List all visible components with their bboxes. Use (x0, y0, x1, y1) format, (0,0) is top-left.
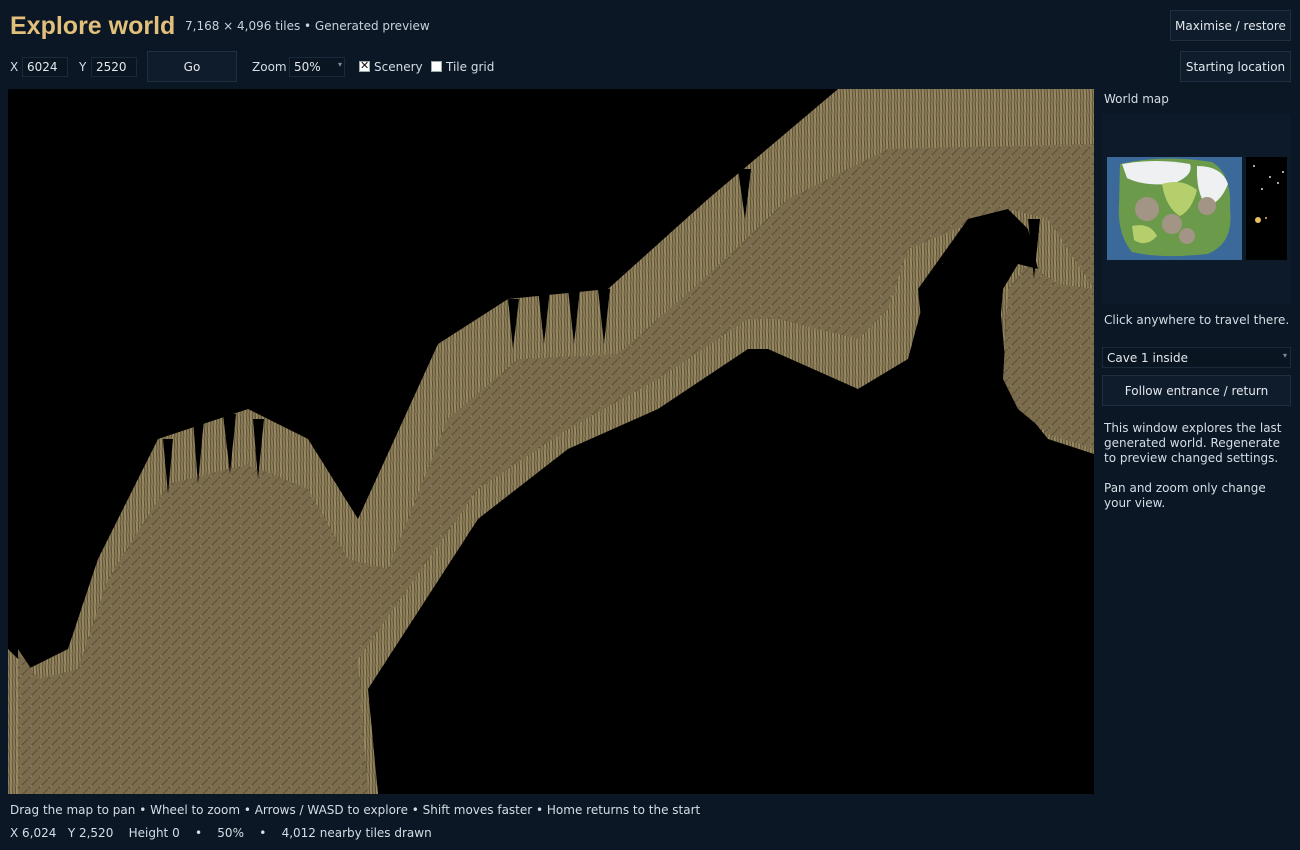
x-coordinate-input[interactable]: 6024 (22, 57, 68, 77)
world-map-label: World map (1104, 92, 1169, 106)
tile-grid-label: Tile grid (446, 60, 495, 74)
world-size-subtitle: 7,168 × 4,096 tiles • Generated preview (185, 19, 430, 33)
status-bar: X 6,024 Y 2,520 Height 0 • 50% • 4,012 n… (10, 826, 432, 840)
zoom-value: 50% (294, 60, 321, 74)
pan-zoom-note: Pan and zoom only change your view. (1104, 481, 1266, 510)
travel-hint: Click anywhere to travel there. (1104, 313, 1290, 327)
controls-help: Drag the map to pan • Wheel to zoom • Ar… (10, 803, 701, 817)
cave-chamber (1003, 264, 1094, 449)
tile-grid-checkbox[interactable] (431, 61, 442, 72)
scenery-label: Scenery (374, 60, 423, 74)
cave-terrain (8, 89, 1094, 794)
x-label: X (10, 60, 19, 74)
zoom-select[interactable]: 50% ▾ (289, 57, 345, 77)
zoom-label: Zoom (252, 60, 287, 74)
minimap[interactable] (1102, 114, 1291, 304)
maximise-restore-button[interactable]: Maximise / restore (1170, 10, 1291, 41)
location-select[interactable]: Cave 1 inside ▾ (1102, 347, 1291, 368)
minimap-graphic (1107, 157, 1287, 260)
follow-entrance-button[interactable]: Follow entrance / return (1102, 375, 1291, 406)
y-coordinate-input[interactable]: 2520 (91, 57, 137, 77)
y-label: Y (79, 60, 87, 74)
starting-location-button[interactable]: Starting location (1180, 51, 1291, 82)
page-title: Explore world (10, 12, 176, 40)
chevron-down-icon: ▾ (1282, 351, 1287, 360)
location-value: Cave 1 inside (1107, 350, 1189, 365)
chevron-down-icon: ▾ (337, 60, 342, 69)
go-button[interactable]: Go (147, 51, 237, 82)
explore-note: This window explores the last generated … (1104, 421, 1282, 465)
scenery-checkbox[interactable] (359, 59, 370, 72)
world-map-viewport[interactable] (8, 89, 1094, 794)
